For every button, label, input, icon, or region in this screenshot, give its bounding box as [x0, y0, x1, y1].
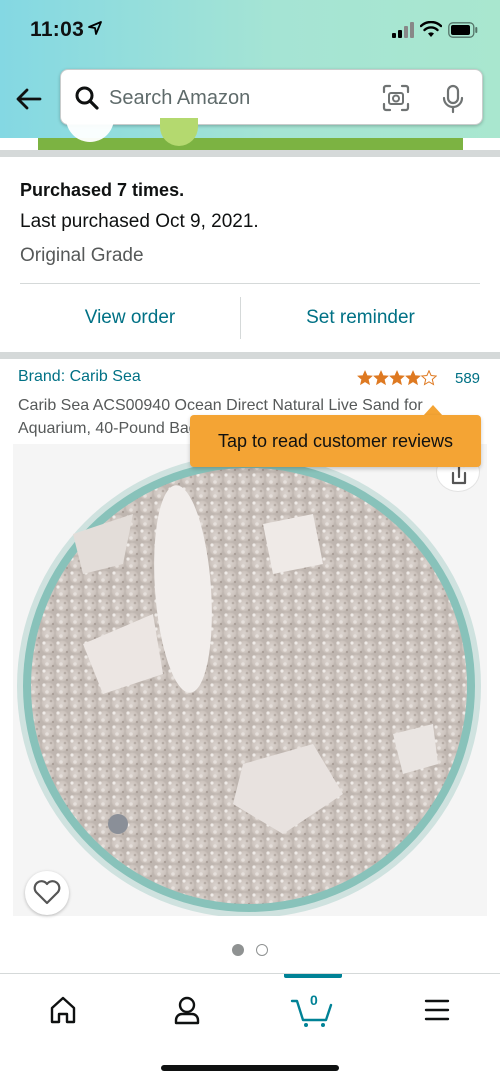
banner-remnant	[38, 138, 463, 150]
divider	[20, 283, 480, 284]
product-image[interactable]	[13, 444, 487, 916]
person-icon	[174, 996, 200, 1025]
product-grade: Original Grade	[20, 245, 144, 266]
nav-home[interactable]	[33, 989, 93, 1029]
cellular-signal-icon	[392, 22, 414, 38]
view-order-button[interactable]: View order	[20, 295, 240, 341]
wishlist-button[interactable]	[25, 871, 69, 915]
nav-cart[interactable]: 0	[283, 989, 343, 1029]
section-divider	[0, 150, 500, 157]
active-tab-indicator	[284, 974, 342, 978]
reviews-tooltip[interactable]: Tap to read customer reviews	[190, 415, 481, 467]
image-carousel-indicator	[230, 944, 270, 958]
search-input[interactable]	[109, 84, 369, 112]
cart-count-badge: 0	[310, 992, 318, 1008]
carousel-dot-active[interactable]	[232, 944, 244, 956]
purchase-actions: View order Set reminder	[20, 295, 480, 341]
review-count-link[interactable]: 589	[455, 370, 480, 387]
star-rating-icon[interactable]	[357, 370, 437, 386]
home-icon	[50, 996, 76, 1024]
location-arrow-icon	[88, 21, 102, 35]
home-indicator	[161, 1065, 339, 1071]
status-time: 11:03	[30, 18, 85, 41]
camera-scan-icon[interactable]	[382, 84, 410, 112]
back-arrow-icon[interactable]	[14, 84, 44, 114]
menu-icon	[424, 999, 450, 1021]
status-bar: 11:03	[0, 0, 500, 58]
search-icon	[75, 86, 99, 110]
nav-menu[interactable]	[407, 989, 467, 1029]
microphone-icon[interactable]	[441, 84, 465, 114]
wifi-icon	[420, 21, 442, 37]
brand-link[interactable]: Brand: Carib Sea	[18, 368, 141, 386]
nav-account[interactable]	[157, 989, 217, 1029]
search-bar[interactable]	[60, 69, 483, 125]
last-purchased-date: Last purchased Oct 9, 2021.	[20, 211, 259, 232]
set-reminder-button[interactable]: Set reminder	[241, 295, 480, 341]
purchased-count: Purchased 7 times.	[20, 180, 185, 200]
battery-icon	[448, 22, 478, 38]
section-divider	[0, 352, 500, 359]
heart-icon	[33, 880, 61, 905]
carousel-dot[interactable]	[256, 944, 268, 956]
sand-dish-illustration	[13, 444, 487, 916]
